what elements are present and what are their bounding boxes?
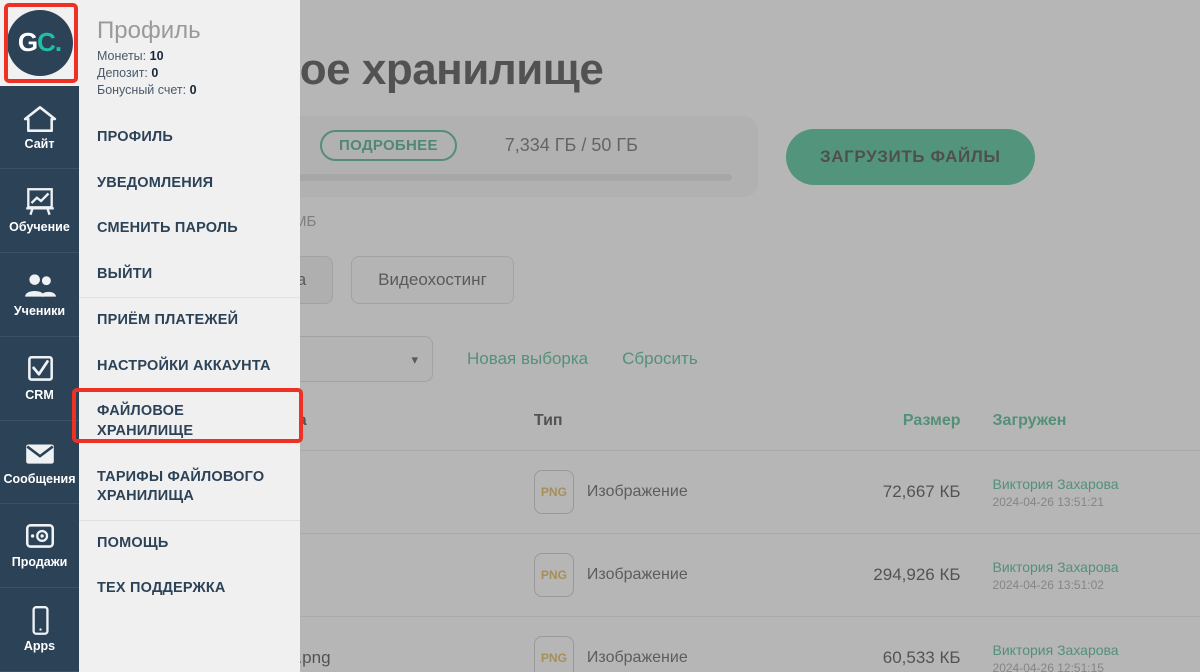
profile-stat-deposit: Депозит: 0	[97, 66, 300, 80]
profile-stat-coins: Монеты: 10	[97, 49, 300, 63]
cell-file-type: PNG Изображение	[533, 616, 818, 672]
storage-quota: 7,334 ГБ / 50 ГБ	[504, 135, 638, 156]
chevron-down-icon: ▾	[411, 351, 418, 367]
profile-stat-bonus-value: 0	[189, 83, 197, 97]
home-icon	[23, 105, 56, 132]
uploader-name[interactable]: Виктория Захарова	[993, 641, 1200, 659]
rail-label-sales: Продажи	[11, 555, 68, 570]
cell-file-size: 294,926 КБ	[817, 533, 993, 617]
menu-item-label: УВЕДОМЛЕНИЯ	[97, 174, 214, 191]
uploader-name[interactable]: Виктория Захарова	[993, 475, 1200, 493]
profile-stat-bonus: Бонусный счет: 0	[97, 83, 300, 97]
menu-item-label: ПРИЁМ ПЛАТЕЖЕЙ	[97, 312, 239, 329]
menu-item-7[interactable]: ТАРИФЫ ФАЙЛОВОГО ХРАНИЛИЩА	[79, 455, 300, 520]
file-type-text: Изображение	[586, 649, 688, 667]
menu-item-3[interactable]: ВЫЙТИ	[79, 252, 300, 298]
rail-label-messages: Сообщения	[3, 471, 76, 486]
left-nav-rail: G C. Сайт Обучение Ученики CRM Сообщения…	[0, 0, 79, 672]
reset-link[interactable]: Сбросить	[622, 349, 698, 369]
menu-item-9[interactable]: ТЕХ ПОДДЕРЖКА	[79, 566, 300, 612]
png-badge-icon: PNG	[533, 553, 574, 598]
brand-logo[interactable]: G C.	[0, 0, 79, 86]
rail-item-crm[interactable]: CRM	[0, 337, 79, 421]
profile-stat-coins-value: 10	[149, 49, 164, 63]
rail-label-apps: Apps	[23, 639, 56, 654]
rail-item-education[interactable]: Обучение	[0, 169, 79, 254]
menu-item-6[interactable]: ФАЙЛОВОЕ ХРАНИЛИЩЕ	[79, 389, 300, 454]
cell-file-type: PNG Изображение	[533, 450, 818, 534]
logo-text-first: G	[17, 27, 38, 58]
cell-file-type: PNG Изображение	[533, 533, 818, 617]
profile-dropdown-panel: Профиль Монеты: 10 Депозит: 0 Бонусный с…	[79, 0, 300, 672]
file-type-text: Изображение	[586, 566, 688, 584]
upload-date: 2024-04-26 13:51:21	[992, 495, 1104, 510]
profile-stat-deposit-label: Депозит:	[97, 66, 148, 80]
profile-stat-bonus-label: Бонусный счет:	[97, 83, 187, 97]
safe-icon	[25, 524, 54, 549]
menu-item-4[interactable]: ПРИЁМ ПЛАТЕЖЕЙ	[79, 297, 300, 344]
upload-files-button[interactable]: ЗАГРУЗИТЬ ФАЙЛЫ	[786, 128, 1035, 185]
menu-item-0[interactable]: ПРОФИЛЬ	[79, 115, 300, 161]
rail-item-students[interactable]: Ученики	[0, 253, 79, 337]
menu-item-5[interactable]: НАСТРОЙКИ АККАУНТА	[79, 344, 300, 390]
menu-item-label: ПОМОЩЬ	[97, 534, 169, 551]
png-badge-icon: PNG	[533, 470, 574, 515]
menu-item-label: ПРОФИЛЬ	[97, 129, 173, 145]
menu-item-2[interactable]: СМЕНИТЬ ПАРОЛЬ	[79, 206, 300, 252]
profile-stat-deposit-value: 0	[151, 66, 159, 80]
column-header-uploaded[interactable]: Загружен	[993, 412, 1200, 451]
upload-date: 2024-04-26 12:51:15	[992, 661, 1104, 672]
checkbox-icon	[27, 355, 53, 381]
new-selection-link[interactable]: Новая выборка	[467, 349, 588, 369]
envelope-icon	[25, 444, 54, 464]
profile-header: Профиль Монеты: 10 Депозит: 0 Бонусный с…	[79, 16, 300, 97]
menu-item-label: НАСТРОЙКИ АККАУНТА	[97, 357, 271, 374]
menu-item-label: ТАРИФЫ ФАЙЛОВОГО ХРАНИЛИЩА	[97, 468, 265, 505]
rail-label-site: Сайт	[24, 136, 55, 151]
rail-item-messages[interactable]: Сообщения	[0, 421, 79, 505]
chart-board-icon	[25, 188, 54, 216]
profile-stat-coins-label: Монеты:	[97, 49, 147, 63]
menu-item-label: ТЕХ ПОДДЕРЖКА	[97, 580, 226, 597]
cell-uploaded-by: Виктория Захарова 2024-04-26 12:51:15	[992, 616, 1200, 672]
column-header-size[interactable]: Размер	[818, 412, 993, 451]
cell-uploaded-by: Виктория Захарова 2024-04-26 13:51:02	[992, 533, 1200, 617]
rail-label-crm: CRM	[25, 387, 54, 402]
menu-item-label: СМЕНИТЬ ПАРОЛЬ	[97, 220, 238, 237]
rail-label-students: Ученики	[13, 304, 66, 319]
cell-uploaded-by: Виктория Захарова 2024-04-26 13:51:21	[992, 450, 1200, 534]
logo-text-second: C.	[37, 27, 62, 58]
upload-date: 2024-04-26 13:51:02	[992, 578, 1104, 593]
menu-item-1[interactable]: УВЕДОМЛЕНИЯ	[79, 161, 300, 207]
column-header-type[interactable]: Тип	[534, 412, 818, 451]
logo-circle: G C.	[6, 9, 73, 76]
cell-file-size: 72,667 КБ	[817, 450, 993, 534]
profile-title: Профиль	[97, 17, 201, 44]
cell-file-size: 60,533 КБ	[817, 616, 993, 672]
menu-item-label: ФАЙЛОВОЕ ХРАНИЛИЩЕ	[97, 403, 194, 439]
uploader-name[interactable]: Виктория Захарова	[993, 558, 1200, 576]
file-type-text: Изображение	[586, 483, 688, 501]
rail-item-apps[interactable]: Apps	[0, 588, 79, 672]
rail-label-education: Обучение	[9, 220, 70, 235]
profile-menu-list: ПРОФИЛЬ УВЕДОМЛЕНИЯ СМЕНИТЬ ПАРОЛЬ ВЫЙТИ ПРИ…	[79, 115, 300, 612]
storage-details-button[interactable]: ПОДРОБНЕЕ	[320, 130, 457, 162]
rail-item-site[interactable]: Сайт	[0, 86, 79, 170]
users-icon	[24, 274, 56, 297]
png-badge-icon: PNG	[533, 636, 574, 672]
phone-icon	[31, 606, 49, 636]
menu-item-8[interactable]: ПОМОЩЬ	[79, 519, 300, 567]
menu-item-label: ВЫЙТИ	[97, 265, 153, 282]
tab-videohosting[interactable]: Видеохостинг	[351, 256, 514, 305]
rail-item-sales[interactable]: Продажи	[0, 504, 79, 589]
